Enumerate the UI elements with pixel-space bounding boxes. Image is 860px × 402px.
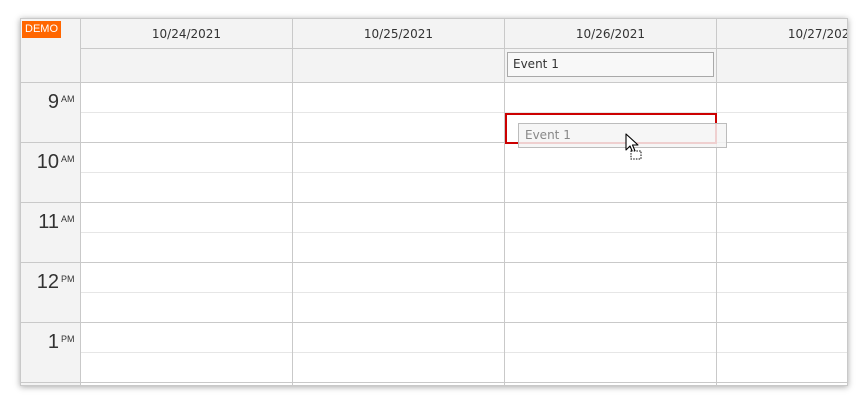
hour-label: 12 PM [21,263,81,323]
time-slot[interactable] [293,113,504,143]
time-slot[interactable] [293,83,504,113]
time-slot[interactable] [717,323,847,353]
hour-ampm: PM [61,334,75,344]
hour-ampm: AM [61,94,75,104]
hour-label: 1 PM [21,323,81,383]
time-column: 9 AM 10 AM 11 AM 12 PM 1 PM [21,83,81,385]
calendar-corner: DEMO [21,19,81,83]
time-slot[interactable] [717,203,847,233]
time-slot[interactable] [293,293,504,323]
time-slot[interactable] [505,353,716,383]
hour-ampm: PM [61,274,75,284]
time-slot[interactable] [81,323,292,353]
column-header-day-3[interactable]: 10/26/2021 [505,19,717,49]
allday-cell[interactable] [293,49,505,83]
allday-cell[interactable] [717,49,847,83]
move-cursor-icon [625,133,642,160]
time-slot[interactable] [505,173,716,203]
time-slot[interactable] [505,83,716,113]
time-slot[interactable] [293,143,504,173]
hour-number: 9 [47,91,59,113]
demo-badge: DEMO [22,21,61,38]
time-slot[interactable] [293,173,504,203]
time-slot[interactable] [717,353,847,383]
time-slot[interactable] [293,353,504,383]
column-header-day-4[interactable]: 10/27/2021 [717,19,847,49]
time-slot[interactable] [717,173,847,203]
allday-cell[interactable] [81,49,293,83]
time-slot[interactable] [717,293,847,323]
hour-number: 11 [38,211,59,233]
time-slot[interactable] [717,83,847,113]
time-slot[interactable] [293,263,504,293]
calendar-frame: DEMO 10/24/2021 10/25/2021 10/26/2021 10… [20,18,848,386]
column-header-day-1[interactable]: 10/24/2021 [81,19,293,49]
day-column [81,83,293,385]
time-slot[interactable] [81,353,292,383]
time-slot[interactable] [293,323,504,353]
time-slot[interactable] [505,233,716,263]
column-header-day-2[interactable]: 10/25/2021 [293,19,505,49]
day-column [293,83,505,385]
time-slot[interactable] [293,233,504,263]
hour-number: 12 [36,271,59,293]
time-slot[interactable] [81,293,292,323]
hour-number: 1 [47,331,59,353]
time-slot[interactable] [505,263,716,293]
time-slot[interactable] [717,263,847,293]
time-slot[interactable] [717,143,847,173]
hour-label: 9 AM [21,83,81,143]
time-slot[interactable] [293,203,504,233]
hour-label: 10 AM [21,143,81,203]
time-slot[interactable] [505,203,716,233]
time-slot[interactable] [81,173,292,203]
time-slot[interactable] [81,113,292,143]
time-slot[interactable] [81,83,292,113]
day-column [717,83,847,385]
time-slot[interactable] [81,203,292,233]
time-slot[interactable] [717,233,847,263]
hour-number: 10 [36,151,59,173]
time-slot[interactable] [81,143,292,173]
time-slot[interactable] [81,233,292,263]
hour-ampm: AM [61,154,75,164]
time-slot[interactable] [717,113,847,143]
time-slot[interactable] [81,263,292,293]
allday-event[interactable]: Event 1 [507,52,714,77]
dragged-event[interactable]: Event 1 [518,123,727,148]
time-slot[interactable] [505,323,716,353]
time-slot[interactable] [505,293,716,323]
hour-label: 11 AM [21,203,81,263]
hour-ampm: AM [61,214,75,224]
